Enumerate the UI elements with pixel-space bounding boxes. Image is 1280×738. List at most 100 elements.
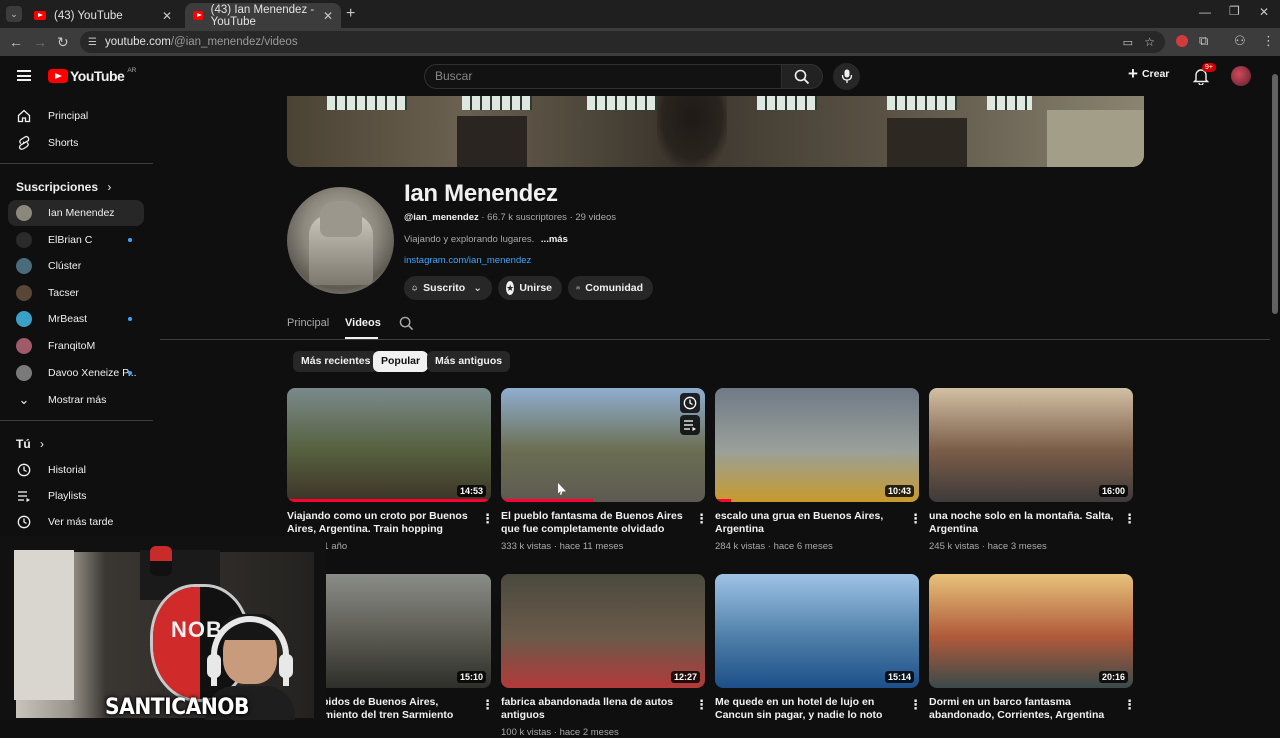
sidebar-item-subscription[interactable]: Tacser [8, 280, 144, 306]
close-window-icon[interactable]: ✕ [1259, 5, 1269, 19]
new-tab-icon[interactable]: + [346, 5, 355, 23]
close-tab-icon[interactable]: ✕ [162, 9, 172, 23]
join-button[interactable]: ★ Unirse [498, 276, 562, 300]
video-title[interactable]: Dormi en un barco fantasma abandonado, C… [929, 696, 1115, 722]
watch-progress-bar [501, 499, 593, 502]
create-button[interactable]: + Crear [1128, 65, 1169, 82]
watch-later-overlay-button[interactable] [680, 393, 700, 413]
page-scrollbar[interactable] [1270, 56, 1280, 720]
browser-tab-channel[interactable]: (43) Ian Menendez - YouTube ✕ [185, 3, 341, 28]
video-title[interactable]: El pueblo fantasma de Buenos Aires que f… [501, 510, 687, 536]
subscriptions-heading[interactable]: Suscripciones › [16, 180, 111, 194]
new-content-dot [128, 370, 132, 375]
sidebar-item-subscription[interactable]: MrBeast [8, 306, 144, 332]
tab-search-icon[interactable]: ⌄ [6, 6, 22, 22]
video-thumbnail[interactable]: 10:43 [715, 388, 919, 502]
minimize-icon[interactable]: — [1199, 5, 1211, 19]
subscribed-label: Suscrito [423, 282, 466, 294]
video-thumbnail[interactable]: 20:16 [929, 574, 1133, 688]
profile-icon[interactable]: ⚇ [1234, 33, 1246, 49]
guide-menu-icon[interactable] [17, 70, 31, 81]
tabs-divider [160, 339, 1270, 340]
community-button[interactable]: Comunidad [568, 276, 653, 300]
video-title[interactable]: fabrica abandonada llena de autos antigu… [501, 696, 687, 722]
scrollbar-thumb[interactable] [1272, 74, 1278, 314]
browser-tab-youtube-home[interactable]: (43) YouTube ✕ [26, 3, 180, 28]
video-menu-icon[interactable]: ⋮ [909, 511, 922, 527]
sidebar-item-principal[interactable]: Principal [8, 103, 144, 129]
video-menu-icon[interactable]: ⋮ [481, 697, 494, 713]
video-duration: 10:43 [884, 485, 914, 497]
sidebar-item-subscription[interactable]: Clúster [8, 253, 144, 279]
channel-link[interactable]: instagram.com/ian_menendez [404, 255, 531, 266]
extensions-puzzle-icon[interactable]: ⧉ [1199, 33, 1208, 49]
bookmark-star-icon[interactable]: ☆ [1144, 35, 1155, 49]
notifications-button[interactable]: 9+ [1192, 63, 1216, 90]
sidebar-item-subscription[interactable]: FranqitoM [8, 333, 144, 359]
url-host: youtube.com [104, 36, 171, 48]
maximize-icon[interactable]: ❐ [1229, 4, 1240, 18]
video-count: · 29 videos [569, 212, 617, 223]
sidebar-item-playlists[interactable]: Playlists [8, 483, 144, 509]
tab-principal[interactable]: Principal [287, 317, 329, 329]
add-to-queue-overlay-button[interactable] [680, 415, 700, 435]
video-thumbnail[interactable]: 12:27 [501, 574, 705, 688]
channel-avatar[interactable] [287, 187, 394, 294]
sidebar-item-shorts[interactable]: Shorts [8, 130, 144, 156]
channel-search-button[interactable] [399, 316, 414, 336]
url-path: /@ian_menendez/videos [170, 36, 298, 48]
channel-description[interactable]: Viajando y explorando lugares. ...más [404, 234, 568, 245]
chip-mas-antiguos[interactable]: Más antiguos [427, 351, 511, 372]
video-menu-icon[interactable]: ⋮ [1123, 697, 1136, 713]
sidebar-item-subscription[interactable]: Ian Menendez [8, 200, 144, 226]
video-menu-icon[interactable]: ⋮ [695, 697, 708, 713]
chip-mas-recientes[interactable]: Más recientes [293, 351, 379, 372]
sidebar-divider [0, 163, 153, 164]
sidebar-item-subscription[interactable]: ElBrian C [8, 227, 144, 253]
search-input[interactable]: Buscar [424, 64, 782, 89]
video-thumbnail[interactable]: 16:00 [929, 388, 1133, 502]
extension-icon[interactable] [1176, 35, 1188, 47]
sidebar-item-subscription[interactable]: Davoo Xeneize P... [8, 360, 144, 386]
video-meta: 333 k vistas · hace 11 meses [501, 541, 624, 552]
you-heading-label: Tú [16, 437, 31, 451]
cast-icon[interactable]: ▭ [1123, 36, 1133, 49]
reload-icon[interactable]: ↻ [57, 34, 69, 51]
account-avatar[interactable] [1231, 66, 1251, 86]
youtube-logo[interactable]: YouTube AR [48, 67, 136, 84]
forward-icon[interactable]: → [33, 34, 47, 50]
bell-icon [412, 285, 418, 291]
webcam-caption: SANTICANOB [105, 695, 250, 720]
voice-search-button[interactable] [833, 63, 860, 90]
new-content-dot [128, 237, 132, 242]
new-content-dot [128, 317, 132, 322]
sidebar-item-label: Tacser [48, 286, 79, 299]
sidebar-item-show-more[interactable]: ⌄ Mostrar más [8, 387, 144, 413]
close-tab-icon[interactable]: ✕ [323, 9, 333, 23]
video-menu-icon[interactable]: ⋮ [1123, 511, 1136, 527]
browser-menu-icon[interactable]: ⋮ [1262, 33, 1275, 49]
chip-popular[interactable]: Popular [373, 351, 429, 372]
video-title[interactable]: Viajando como un croto por Buenos Aires,… [287, 510, 473, 536]
more-link[interactable]: ...más [541, 234, 568, 245]
url-bar[interactable]: ☰ youtube.com /@ian_menendez/videos ▭ ☆ [80, 31, 1165, 53]
video-title[interactable]: escalo una grua en Buenos Aires, Argenti… [715, 510, 901, 536]
back-icon[interactable]: ← [9, 34, 23, 50]
search-button[interactable] [781, 64, 823, 89]
sidebar-item-ver-mas-tarde[interactable]: Ver más tarde [8, 509, 144, 535]
sidebar-item-historial[interactable]: Historial [8, 457, 144, 483]
subscribed-button[interactable]: Suscrito ⌄ [404, 276, 492, 300]
video-title[interactable]: una noche solo en la montaña. Salta, Arg… [929, 510, 1115, 536]
video-title[interactable]: Me quede en un hotel de lujo en Cancun s… [715, 696, 901, 722]
video-menu-icon[interactable]: ⋮ [909, 697, 922, 713]
video-thumbnail[interactable]: 14:53 [287, 388, 491, 502]
video-menu-icon[interactable]: ⋮ [481, 511, 494, 527]
youtube-header: YouTube AR Buscar + Crear 9+ [0, 56, 1270, 96]
people-icon [576, 286, 581, 290]
video-thumbnail[interactable] [501, 388, 705, 502]
you-heading[interactable]: Tú › [16, 437, 44, 451]
video-thumbnail[interactable]: 15:14 [715, 574, 919, 688]
tab-videos[interactable]: Videos [345, 317, 381, 329]
video-menu-icon[interactable]: ⋮ [695, 511, 708, 527]
site-info-icon[interactable]: ☰ [88, 37, 97, 48]
